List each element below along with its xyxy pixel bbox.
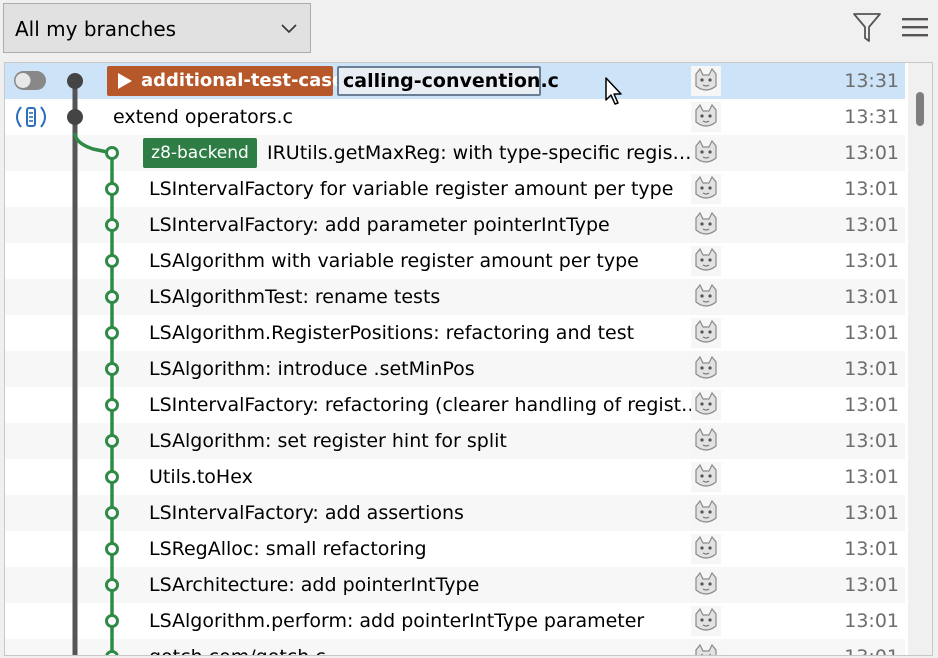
avatar	[691, 138, 721, 168]
avatar	[691, 642, 721, 655]
filter-icon[interactable]	[852, 12, 882, 44]
avatar	[691, 210, 721, 240]
avatar-cell	[5, 603, 905, 639]
commit-list[interactable]: additional-test-cases calling-convention…	[4, 62, 933, 656]
avatar-cell	[5, 171, 905, 207]
avatar	[691, 534, 721, 564]
avatar	[691, 66, 721, 96]
avatar	[691, 102, 721, 132]
avatar-cell	[5, 243, 905, 279]
avatar	[691, 246, 721, 276]
avatar-cell	[5, 99, 905, 135]
avatar-cell	[5, 207, 905, 243]
avatar	[691, 462, 721, 492]
avatar-cell	[5, 279, 905, 315]
avatar	[691, 498, 721, 528]
avatar	[691, 426, 721, 456]
avatar-cell	[5, 315, 905, 351]
mouse-cursor-icon	[605, 77, 622, 105]
avatar	[691, 318, 721, 348]
toolbar: All my branches	[0, 0, 938, 62]
app-window: All my branches additional-test-cases ca…	[0, 0, 938, 658]
avatar	[691, 390, 721, 420]
avatar	[691, 570, 721, 600]
avatar-cell	[5, 495, 905, 531]
avatar-cell	[5, 63, 905, 99]
vertical-scrollbar[interactable]	[908, 63, 932, 655]
avatar	[691, 354, 721, 384]
avatar-cell	[5, 567, 905, 603]
scrollbar-thumb[interactable]	[916, 92, 924, 126]
chevron-down-icon	[281, 24, 297, 34]
avatar-cell	[5, 351, 905, 387]
avatar	[691, 606, 721, 636]
avatar-cell	[5, 387, 905, 423]
avatar	[691, 282, 721, 312]
avatar-cell	[5, 639, 905, 655]
avatar	[691, 174, 721, 204]
avatar-cell	[5, 459, 905, 495]
avatar-cell	[5, 135, 905, 171]
branch-filter-dropdown[interactable]: All my branches	[3, 3, 311, 53]
avatar-cell	[5, 423, 905, 459]
branch-filter-label: All my branches	[15, 17, 177, 41]
hamburger-menu-icon[interactable]	[901, 16, 929, 40]
avatar-cell	[5, 531, 905, 567]
